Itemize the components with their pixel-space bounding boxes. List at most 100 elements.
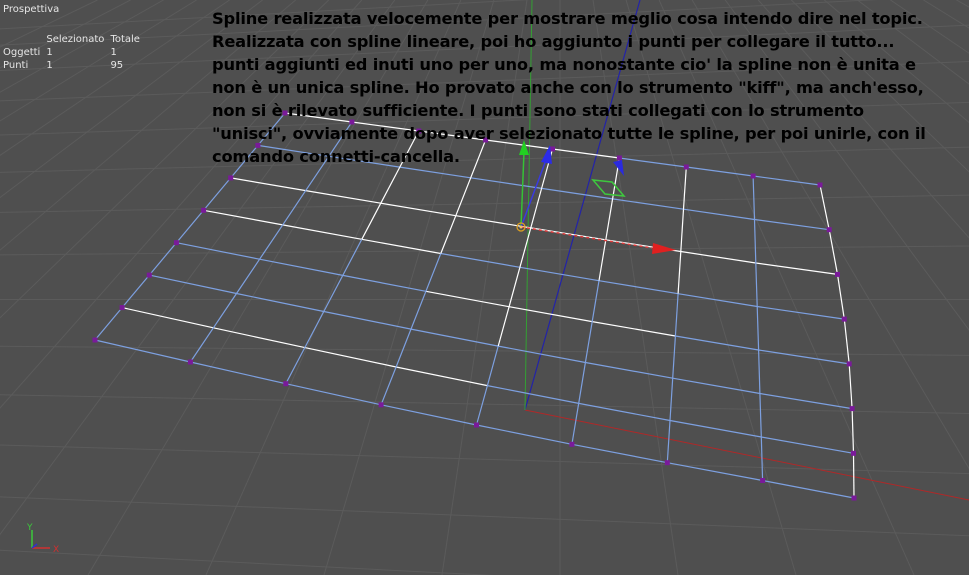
spline-segment[interactable] [852,453,855,499]
spline-point[interactable] [760,478,766,483]
spline-segment[interactable] [176,242,260,260]
spline-point[interactable] [849,406,855,412]
spline-point[interactable] [146,272,152,278]
spline-segment[interactable] [323,275,344,312]
spline-segment[interactable] [425,253,442,292]
spline-point[interactable] [119,305,125,311]
spline-segment[interactable] [236,258,261,294]
spline-segment[interactable] [455,177,472,216]
spline-segment[interactable] [762,479,855,499]
spline-segment[interactable] [323,310,412,330]
spline-segment[interactable] [598,280,679,295]
spline-segment[interactable] [754,218,830,231]
spline-segment[interactable] [149,274,237,295]
spline-segment[interactable] [203,177,232,211]
spline-mesh[interactable] [92,110,857,501]
spline-segment[interactable] [686,166,754,177]
spline-segment[interactable] [440,215,457,254]
spline-segment[interactable] [584,321,593,363]
spline-segment[interactable] [410,328,499,347]
spline-segment[interactable] [843,319,850,364]
spline-segment[interactable] [758,349,761,394]
spline-segment[interactable] [497,306,510,347]
spline-segment[interactable] [508,267,521,307]
spline-point[interactable] [201,207,207,213]
spline-segment[interactable] [753,175,821,186]
spline-point[interactable] [664,460,670,466]
spline-point[interactable] [378,402,384,408]
spline-segment[interactable] [598,239,607,281]
spline-segment[interactable] [305,190,381,204]
gizmo-x-axis[interactable] [520,226,653,249]
spline-segment[interactable] [755,262,838,275]
spline-segment[interactable] [304,347,397,368]
spline-segment[interactable] [756,306,760,351]
spline-segment[interactable] [470,177,542,189]
spline-segment[interactable] [680,250,756,264]
spline-segment[interactable] [175,209,205,244]
spline-segment[interactable] [677,251,682,294]
spline-segment[interactable] [519,227,532,268]
spline-segment[interactable] [669,378,674,421]
spline-point[interactable] [569,441,575,447]
spline-segment[interactable] [680,209,685,252]
spline-segment[interactable] [519,266,600,282]
spline-segment[interactable] [672,335,676,379]
spline-point[interactable] [228,175,234,181]
spline-segment[interactable] [190,361,286,385]
spline-segment[interactable] [285,347,306,384]
spline-segment[interactable] [592,321,676,337]
spline-segment[interactable] [759,392,853,410]
spline-segment[interactable] [674,293,679,337]
spline-segment[interactable] [425,290,510,308]
spline-segment[interactable] [683,208,755,221]
spline-segment[interactable] [213,327,305,349]
spline-point[interactable] [750,173,756,179]
spline-segment[interactable] [94,339,191,363]
spline-segment[interactable] [148,242,177,276]
spline-segment[interactable] [189,327,214,363]
spline-segment[interactable] [758,349,850,365]
3d-viewport[interactable]: Prospettiva Selezionato Totale Oggetti 1… [0,0,969,575]
spline-segment[interactable] [342,274,427,292]
spline-segment[interactable] [760,436,764,481]
spline-segment[interactable] [487,385,579,404]
spline-point[interactable] [187,359,193,365]
spline-segment[interactable] [753,219,757,264]
spline-point[interactable] [851,495,857,501]
spline-segment[interactable] [819,184,830,230]
spline-segment[interactable] [591,280,600,322]
spline-segment[interactable] [666,420,671,463]
spline-segment[interactable] [259,224,284,260]
spline-segment[interactable] [121,274,150,308]
spline-segment[interactable] [380,166,401,204]
spline-point[interactable] [826,227,832,233]
spline-segment[interactable] [395,328,412,368]
spline-segment[interactable] [530,227,606,241]
spline-point[interactable] [474,422,479,428]
spline-point[interactable] [846,361,852,367]
spline-segment[interactable] [121,307,214,329]
spline-segment[interactable] [230,177,306,192]
spline-segment[interactable] [578,402,671,422]
spline-segment[interactable] [605,198,614,240]
spline-segment[interactable] [836,274,845,320]
spline-point[interactable] [835,271,840,277]
spline-point[interactable] [841,316,847,322]
spline-segment[interactable] [828,229,839,275]
spline-point[interactable] [283,381,289,387]
spline-segment[interactable] [380,404,477,426]
spline-segment[interactable] [259,258,343,276]
spline-segment[interactable] [475,385,488,426]
spline-segment[interactable] [678,293,758,308]
spline-segment[interactable] [486,345,499,386]
spline-segment[interactable] [848,363,853,409]
spline-segment[interactable] [440,252,521,268]
spline-segment[interactable] [759,393,762,438]
spline-point[interactable] [173,240,179,246]
spline-segment[interactable] [282,224,362,240]
gizmo-xz-plane-handle[interactable] [591,179,626,197]
spline-segment[interactable] [675,335,759,351]
spline-segment[interactable] [761,436,854,454]
spline-segment[interactable] [672,377,761,395]
